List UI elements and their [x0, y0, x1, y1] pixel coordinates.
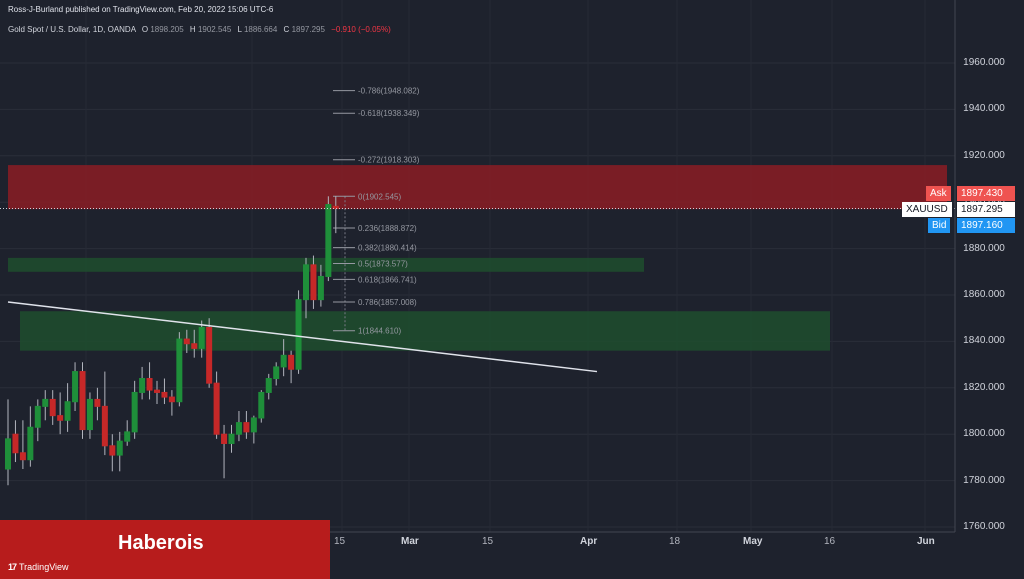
price-axis-label: 1880.000 — [963, 242, 1005, 254]
candle-body — [161, 391, 168, 398]
close-label: C — [283, 25, 290, 34]
tradingview-logo[interactable]: 17 TradingView — [8, 562, 69, 572]
watermark-banner: Haberois 17 TradingView — [0, 520, 330, 579]
symbol-title: Gold Spot / U.S. Dollar, 1D, OANDA — [8, 25, 136, 34]
publish-info: Ross-J-Burland published on TradingView.… — [8, 5, 274, 14]
candle-body — [288, 354, 295, 370]
candle-body — [235, 422, 242, 435]
candle-body — [12, 433, 19, 454]
price-axis-label: 1800.000 — [963, 428, 1005, 440]
time-axis-label: Mar — [401, 536, 419, 547]
price-axis-label: 1920.000 — [963, 149, 1005, 161]
tradingview-logo-icon: 17 — [8, 562, 17, 572]
candle-body — [228, 433, 235, 444]
fib-level-label: 0.786(1857.008) — [358, 298, 417, 307]
chart-background — [0, 0, 1024, 579]
candle-body — [183, 338, 190, 345]
candle-body — [94, 398, 101, 407]
price-axis-label: 1940.000 — [963, 103, 1005, 115]
candle-body — [57, 415, 64, 421]
price-axis-label: 1760.000 — [963, 521, 1005, 532]
price-axis-label: 1840.000 — [963, 335, 1005, 347]
candle-body — [131, 391, 138, 433]
price-axis-label: 1860.000 — [963, 289, 1005, 300]
candle-body — [213, 382, 220, 435]
close-value: 1897.295 — [291, 25, 325, 34]
open-label: O — [141, 25, 149, 34]
candle-body — [19, 452, 26, 461]
high-label: H — [189, 25, 196, 34]
price-chart[interactable]: -0.786(1948.082) -0.618(1938.349) -0.272(1… — [0, 0, 1024, 579]
candle-body — [295, 299, 302, 370]
fib-level-label: 0(1902.545) — [358, 192, 401, 201]
candle-body — [86, 398, 93, 431]
candle-body — [198, 326, 205, 349]
ask-label: Ask — [926, 186, 951, 201]
fib-level-label: 0.236(1888.872) — [358, 224, 417, 233]
time-axis-label: Jun — [917, 536, 935, 547]
fib-level-label: -0.786(1948.082) — [358, 87, 420, 96]
candle-body — [109, 445, 116, 456]
candle-body — [206, 326, 213, 384]
fib-level-label: -0.272(1918.303) — [358, 156, 420, 165]
candle-body — [250, 417, 257, 433]
candle-body — [101, 405, 108, 447]
change-value: −0.910 (−0.05%) — [331, 25, 391, 34]
banner-title: Haberois — [118, 532, 204, 554]
candle-body — [168, 396, 175, 403]
low-label: L — [237, 25, 242, 34]
candle-body — [49, 398, 56, 417]
high-value: 1902.545 — [197, 25, 232, 34]
price-axis-label: 1820.000 — [963, 381, 1005, 393]
symbol-legend[interactable]: Gold Spot / U.S. Dollar, 1D, OANDA O 189… — [8, 25, 391, 34]
candle-body — [258, 391, 265, 419]
candle-body — [27, 426, 34, 461]
fib-level-label: 1(1844.610) — [358, 327, 401, 336]
candle-body — [310, 264, 317, 301]
candle-body — [42, 398, 49, 407]
candle-body — [303, 264, 309, 301]
candle-body — [79, 371, 86, 431]
candle-body — [273, 366, 280, 380]
candle-body — [176, 338, 183, 403]
last-price: 1897.295 — [957, 202, 1015, 217]
candle-body — [221, 433, 228, 444]
fib-level-label: 0.618(1866.741) — [358, 275, 417, 284]
time-axis-label: 15 — [482, 536, 494, 547]
open-value: 1898.205 — [150, 25, 184, 34]
bid-price: 1897.160 — [957, 218, 1015, 233]
candle-body — [116, 440, 123, 456]
resistance-zone — [8, 165, 947, 210]
fib-level-label: 0.5(1873.577) — [358, 260, 408, 269]
candle-body — [243, 422, 250, 433]
candle-body — [34, 405, 41, 428]
time-axis-label: 16 — [824, 536, 836, 547]
ask-price: 1897.430 — [957, 186, 1015, 201]
fib-level-label: -0.618(1938.349) — [358, 109, 420, 118]
price-axis-label: 1960.000 — [963, 57, 1005, 68]
candle-body — [64, 401, 71, 421]
candle-body — [5, 438, 11, 470]
low-value: 1886.664 — [243, 25, 278, 34]
symbol-price-label: XAUUSD — [902, 202, 952, 217]
price-axis-label: 1780.000 — [963, 474, 1005, 486]
candle-body — [317, 275, 324, 301]
bid-label: Bid — [928, 218, 951, 233]
time-axis-label: May — [743, 536, 763, 547]
candle-body — [154, 389, 160, 393]
candle-body — [280, 354, 287, 368]
candle-body — [325, 204, 332, 277]
candle-body — [124, 431, 131, 442]
candle-body — [332, 205, 339, 209]
candle-body — [139, 378, 146, 393]
fib-level-label: 0.382(1880.414) — [358, 244, 417, 253]
time-axis-label: 18 — [669, 536, 681, 547]
time-axis-label: 15 — [334, 536, 346, 547]
candle-body — [72, 371, 79, 403]
candle-body — [265, 378, 272, 393]
candle-body — [191, 343, 198, 349]
candle-body — [146, 378, 153, 391]
time-axis-label: Apr — [580, 536, 598, 547]
